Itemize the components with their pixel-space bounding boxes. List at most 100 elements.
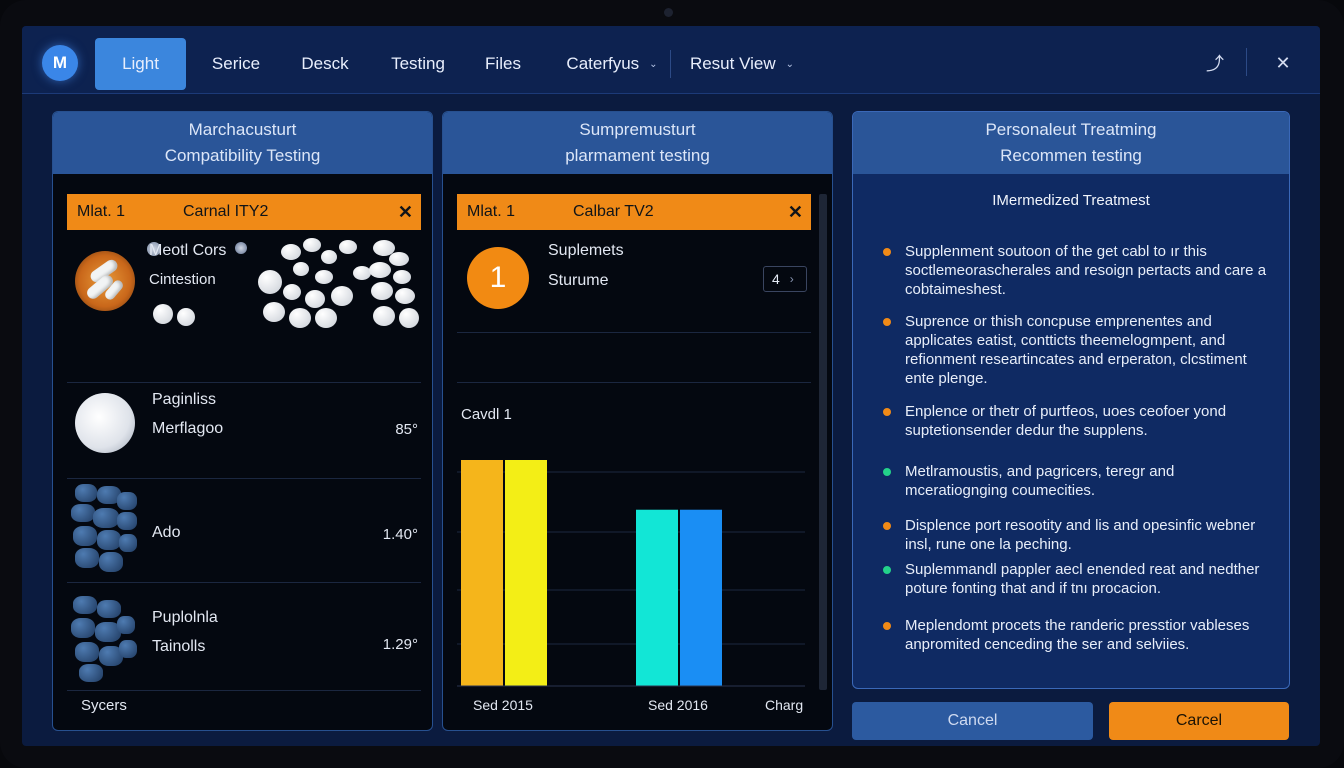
item-name: Meotl Cors (149, 242, 227, 259)
pill (79, 664, 103, 682)
pill (117, 492, 137, 510)
item-value: 85° (395, 421, 418, 438)
supplement-panel: Sumpremusturt plarmament testing Mlat. 1… (442, 111, 833, 731)
recommendation-item: Suprence or thish concpuse emprenentes a… (905, 313, 1247, 387)
scrollbar[interactable] (819, 194, 827, 690)
pill (305, 290, 325, 308)
pill (75, 642, 99, 662)
pill (395, 288, 415, 304)
item-detail: Merflagoo (152, 420, 224, 437)
tab-caterfyus[interactable]: Caterfyus ⌄ (560, 38, 664, 90)
item-name: Paginliss (152, 391, 217, 408)
panel-footer: Sycers (81, 697, 127, 714)
pill (289, 308, 311, 328)
tab-resut-view[interactable]: Resut View ⌄ (688, 38, 796, 90)
item-value: 1.29° (382, 636, 418, 653)
bullet-icon (883, 566, 891, 574)
x-tick-label: Sed 2016 (648, 697, 708, 713)
pin-icon[interactable]: ⤴ (1204, 52, 1226, 74)
tab-label: Serice (211, 54, 261, 73)
bar[interactable] (680, 509, 722, 686)
tab-label: Resut View (689, 54, 776, 73)
pill (73, 526, 97, 546)
recommendation-item: Enplence or thetr of purtfeos, uoes ceof… (905, 403, 1227, 439)
camera (664, 8, 673, 17)
bar-chart (457, 460, 805, 687)
item-detail: Cintestion (149, 271, 216, 288)
pill (315, 270, 333, 284)
bullet-icon (883, 318, 891, 326)
crushed-powder-image (75, 393, 135, 453)
panel-title: Sumpremusturt (579, 120, 696, 139)
tab-light[interactable]: Light (95, 38, 186, 90)
tab-label: Desck (301, 54, 349, 73)
panel-title: Marchacusturt (188, 120, 297, 139)
divider (67, 382, 421, 383)
pager[interactable]: 4 › (763, 266, 807, 292)
pill (73, 596, 97, 614)
bar[interactable] (636, 509, 678, 686)
app-logo[interactable]: M (42, 45, 78, 81)
pill (93, 508, 119, 528)
pill (315, 308, 337, 328)
chip-key: Mlat. 1 (467, 203, 516, 220)
bar[interactable] (505, 460, 547, 686)
treatment-panel: Personaleut Treatming Recommen testing I… (852, 111, 1290, 689)
pill (117, 616, 135, 634)
step-badge: 1 (467, 247, 529, 309)
pill (281, 244, 301, 260)
primary-button[interactable]: Carcel (1109, 702, 1289, 740)
pill (119, 534, 137, 552)
pill (117, 512, 137, 530)
section-label: Cavdl 1 (461, 406, 512, 423)
app-window: M Light Serice Desck Testing Files Cater… (22, 26, 1320, 746)
tab-serice[interactable]: Serice (200, 38, 272, 90)
bar[interactable] (461, 460, 503, 686)
pill (235, 242, 247, 254)
close-icon[interactable]: ✕ (788, 202, 803, 223)
pill (399, 308, 419, 328)
panel-header: Marchacusturt Compatibility Testing (53, 112, 432, 174)
pill (283, 284, 301, 300)
pill (389, 252, 409, 266)
tab-desck[interactable]: Desck (292, 38, 358, 90)
divider (67, 582, 421, 583)
pill (75, 484, 97, 502)
recommendation-item: Metlramoustis, and pagricers, teregr and… (905, 463, 1175, 499)
tab-label: Files (485, 54, 521, 73)
tab-testing[interactable]: Testing (382, 38, 454, 90)
pill (97, 600, 121, 618)
chevron-right-icon[interactable]: › (790, 272, 794, 286)
pill (97, 530, 121, 550)
item-name: Ado (152, 524, 181, 541)
close-icon[interactable]: ✕ (398, 202, 413, 223)
x-tick-label: Sed 2015 (473, 697, 533, 713)
pill (331, 286, 353, 306)
tab-label: Light (122, 54, 159, 73)
divider (457, 382, 811, 383)
blue-pills-image (69, 482, 139, 577)
item-detail: Tainolls (152, 638, 206, 655)
panel-title: Personaleut Treatming (985, 120, 1157, 139)
close-icon[interactable]: ✕ (1272, 52, 1294, 74)
pill (258, 270, 282, 294)
divider (1246, 48, 1247, 76)
blue-pills-image (69, 594, 139, 689)
pill (369, 262, 391, 278)
material-chip[interactable]: Mlat. 1 Calbar TV2 ✕ (457, 194, 811, 230)
pill (119, 640, 137, 658)
pill (321, 250, 337, 264)
recommendation-item: Displence port resootity and lis and ope… (905, 517, 1256, 553)
tab-label: Caterfyus (566, 54, 640, 73)
divider (67, 690, 421, 691)
bullet-icon (883, 522, 891, 530)
cancel-button[interactable]: Cancel (852, 702, 1093, 740)
tab-files[interactable]: Files (477, 38, 529, 90)
pill (393, 270, 411, 284)
top-nav: M Light Serice Desck Testing Files Cater… (22, 26, 1320, 94)
chip-key: Mlat. 1 (77, 203, 126, 220)
material-chip[interactable]: Mlat. 1 Carnal ITY2 ✕ (67, 194, 421, 230)
tab-label: Testing (391, 54, 445, 73)
pill (371, 282, 393, 300)
panel-header: Sumpremusturt plarmament testing (443, 112, 832, 174)
